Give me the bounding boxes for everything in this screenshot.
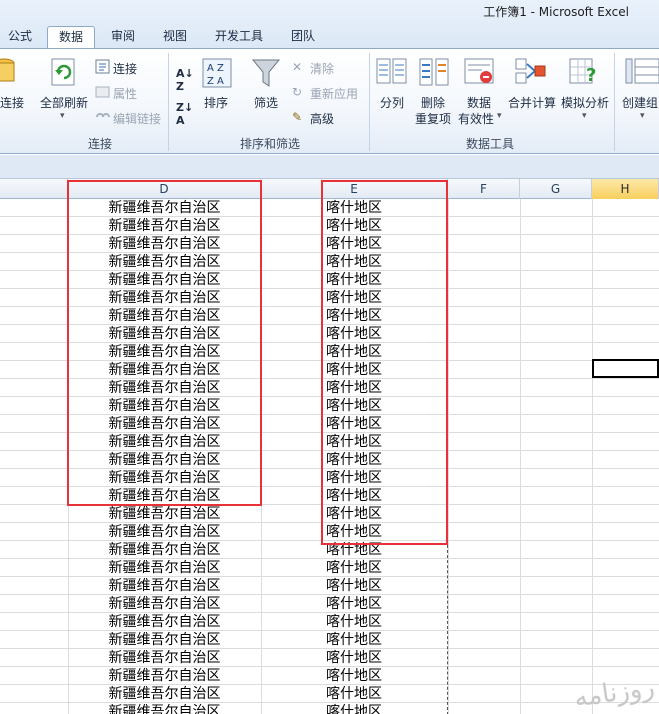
data-validation-icon — [464, 58, 494, 84]
tab-team[interactable]: 团队 — [283, 26, 323, 48]
reapply-button[interactable]: 重新应用 — [310, 85, 358, 102]
cell-d[interactable]: 新疆维吾尔自治区 — [68, 595, 261, 613]
cell-d[interactable]: 新疆维吾尔自治区 — [68, 667, 261, 685]
group-button[interactable]: 创建组 — [622, 94, 658, 111]
cell-e[interactable]: 喀什地区 — [326, 559, 446, 577]
grid-line — [520, 199, 521, 714]
grid-line — [592, 199, 593, 714]
svg-text:Z A: Z A — [207, 76, 224, 87]
tab-review[interactable]: 审阅 — [103, 26, 143, 48]
group-divider — [168, 53, 169, 151]
grid-line — [448, 199, 449, 714]
consolidate-button[interactable]: 合并计算 — [508, 94, 556, 111]
cell-d[interactable]: 新疆维吾尔自治区 — [68, 613, 261, 631]
svg-text:?: ? — [586, 65, 596, 86]
copy-marquee-edge — [447, 545, 448, 714]
svg-text:A Z: A Z — [207, 63, 224, 74]
clear-button[interactable]: 清除 — [310, 60, 334, 77]
group-icon — [625, 58, 659, 84]
properties-button[interactable]: 属性 — [113, 85, 137, 102]
active-cell-h[interactable] — [592, 359, 659, 378]
refresh-all-icon — [51, 58, 75, 86]
cell-e[interactable]: 喀什地区 — [326, 685, 446, 703]
cell-d[interactable]: 新疆维吾尔自治区 — [68, 559, 261, 577]
connect-button[interactable]: 连接 — [0, 94, 24, 111]
cell-d[interactable]: 新疆维吾尔自治区 — [68, 523, 261, 541]
reapply-icon: ↻ — [292, 85, 303, 99]
formula-bar-area — [0, 155, 659, 179]
chevron-down-icon[interactable]: ▾ — [60, 111, 65, 121]
watermark-logo: روزنامه — [555, 648, 657, 714]
filter-icon — [251, 59, 281, 87]
what-if-analysis-icon: ? — [569, 58, 596, 86]
remove-duplicates-button[interactable]: 删除 — [421, 94, 445, 111]
sort-button[interactable]: 排序 — [204, 94, 228, 111]
tab-developer[interactable]: 开发工具 — [207, 26, 271, 48]
highlight-box-e — [321, 180, 448, 545]
what-if-analysis-button[interactable]: 模拟分析 — [561, 94, 609, 111]
database-icon — [0, 58, 15, 82]
remove-duplicates-label-2[interactable]: 重复项 — [415, 110, 451, 127]
cell-e[interactable]: 喀什地区 — [326, 577, 446, 595]
text-to-columns-icon — [376, 58, 407, 84]
chevron-down-icon[interactable]: ▾ — [640, 111, 645, 121]
connections-icon — [95, 59, 110, 74]
advanced-button[interactable]: 高级 — [310, 110, 334, 127]
clear-icon: ✕ — [292, 60, 303, 74]
properties-icon — [95, 86, 110, 98]
connections-button[interactable]: 连接 — [113, 60, 137, 77]
cell-e[interactable]: 喀什地区 — [326, 649, 446, 667]
remove-duplicates-icon — [419, 58, 449, 86]
tab-view[interactable]: 视图 — [155, 26, 195, 48]
refresh-all-button[interactable]: 全部刷新 — [40, 94, 88, 111]
tab-formulas[interactable]: 公式 — [0, 26, 40, 48]
filter-button[interactable]: 筛选 — [254, 94, 278, 111]
group-label-sort-filter: 排序和筛选 — [239, 137, 300, 151]
group-label-data-tools: 数据工具 — [465, 137, 514, 151]
cell-e[interactable]: 喀什地区 — [326, 613, 446, 631]
chevron-down-icon[interactable]: ▾ — [582, 111, 587, 121]
sort-icon: A Z Z A — [202, 58, 232, 88]
cell-d[interactable]: 新疆维吾尔自治区 — [68, 577, 261, 595]
cell-e[interactable]: 喀什地区 — [326, 595, 446, 613]
cell-e[interactable]: 喀什地区 — [326, 703, 446, 714]
cell-d[interactable]: 新疆维吾尔自治区 — [68, 685, 261, 703]
ribbon: 连接 全部刷新 ▾ 连接 属性 编辑链接 连接 A↓ Z Z↓ A A Z Z A … — [0, 48, 659, 154]
column-header-partial[interactable] — [0, 179, 68, 199]
column-header-g[interactable]: G — [520, 179, 592, 199]
consolidate-icon — [515, 58, 546, 84]
column-header-h[interactable]: H — [592, 179, 659, 199]
sort-asc-icon[interactable]: A↓ Z — [176, 67, 194, 93]
data-validation-label-2[interactable]: 有效性 — [458, 110, 494, 127]
cell-e[interactable]: 喀什地区 — [326, 667, 446, 685]
title-bar: 工作簿1 - Microsoft Excel 公式 数据 审阅 视图 开发工具 … — [0, 0, 659, 49]
cell-d[interactable]: 新疆维吾尔自治区 — [68, 649, 261, 667]
edit-links-icon — [96, 113, 110, 118]
cell-d[interactable]: 新疆维吾尔自治区 — [68, 631, 261, 649]
highlight-box-d — [67, 180, 262, 506]
chevron-down-icon[interactable]: ▾ — [497, 111, 502, 121]
watermark-text: روزنامه — [572, 672, 657, 714]
cell-e[interactable]: 喀什地区 — [326, 631, 446, 649]
group-divider — [614, 53, 615, 151]
cell-d[interactable]: 新疆维吾尔自治区 — [68, 505, 261, 523]
cell-d[interactable]: 新疆维吾尔自治区 — [68, 703, 261, 714]
advanced-filter-icon: ✎ — [292, 110, 303, 124]
sort-desc-icon[interactable]: Z↓ A — [176, 101, 193, 127]
group-divider — [369, 53, 370, 151]
window-title: 工作簿1 - Microsoft Excel — [483, 5, 629, 19]
group-label-connections: 连接 — [87, 137, 112, 151]
tab-data[interactable]: 数据 — [47, 26, 95, 49]
data-validation-button[interactable]: 数据 — [467, 94, 491, 111]
text-to-columns-button[interactable]: 分列 — [380, 94, 404, 111]
cell-d[interactable]: 新疆维吾尔自治区 — [68, 541, 261, 559]
column-header-f[interactable]: F — [448, 179, 520, 199]
edit-links-button[interactable]: 编辑链接 — [113, 110, 161, 127]
